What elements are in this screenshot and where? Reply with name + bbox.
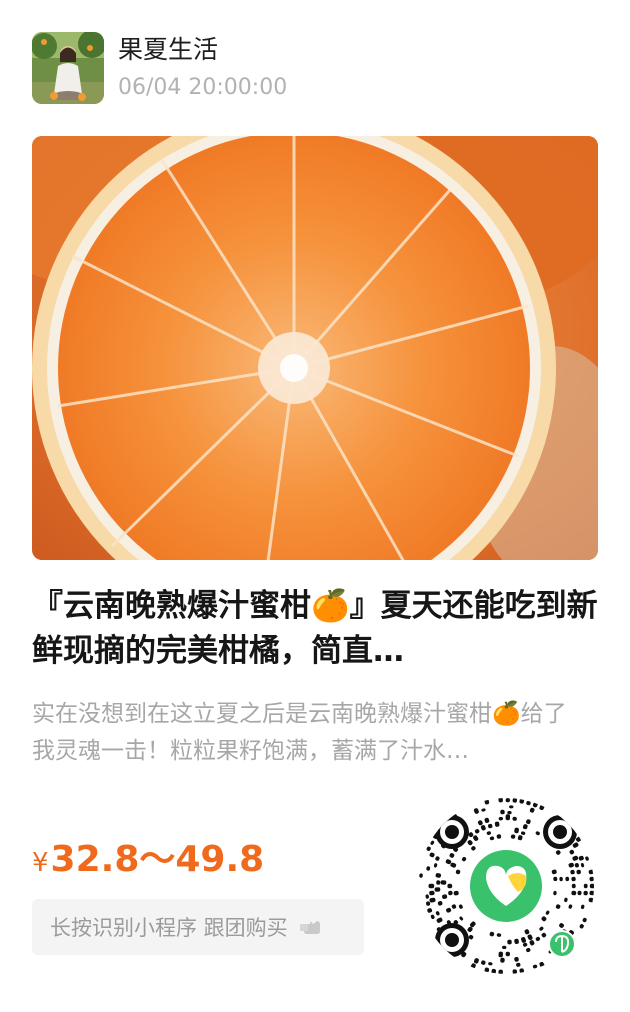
orange-photo <box>32 136 598 560</box>
qr-code <box>419 798 594 974</box>
post-description: 实在没想到在这立夏之后是云南晚熟爆汁蜜柑🍊给了我灵魂一击！粒粒果籽饱满，蓄满了汁… <box>32 701 567 764</box>
post-title[interactable]: 『云南晚熟爆汁蜜柑🍊』夏天还能吃到新鲜现摘的完美柑橘，简直… <box>32 584 598 674</box>
mini-program-code[interactable] <box>416 796 596 976</box>
price-range: ¥32.8～49.8 <box>32 836 264 890</box>
currency-symbol: ¥ <box>32 848 49 878</box>
buy-hint-label: 长按识别小程序 跟团购买 <box>50 916 288 940</box>
avatar-photo <box>32 32 104 104</box>
author-name[interactable]: 果夏生活 <box>118 34 218 66</box>
product-image[interactable] <box>32 136 598 560</box>
post-header: 果夏生活 06/04 20:00:00 <box>32 32 592 104</box>
hand-pointing-icon <box>298 917 324 937</box>
buy-hint-button[interactable]: 长按识别小程序 跟团购买 <box>32 899 364 955</box>
author-avatar[interactable] <box>32 32 104 104</box>
post-time: 06/04 20:00:00 <box>118 75 288 100</box>
price-amount: 32.8～49.8 <box>50 839 265 880</box>
